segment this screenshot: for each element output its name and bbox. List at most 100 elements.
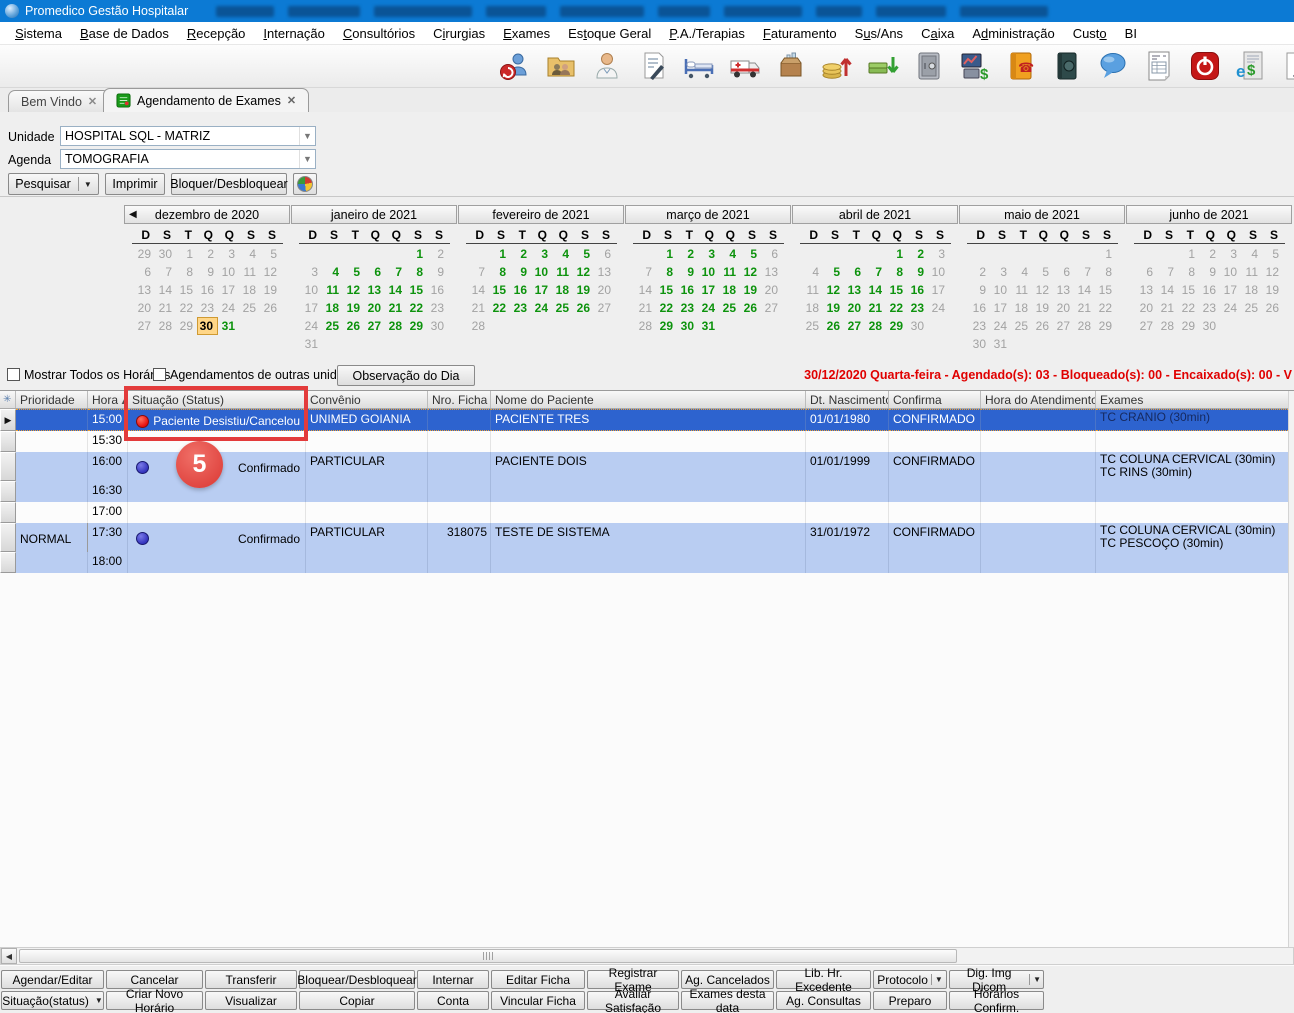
chevron-down-icon[interactable]: ▼ [84,180,92,189]
calendar-day[interactable]: 2 [1199,245,1220,263]
calendar-day[interactable]: 26 [1032,317,1053,335]
stock-supplies-icon[interactable] [774,48,808,84]
calendar-day[interactable]: 3 [531,245,552,263]
calendar-day[interactable]: 13 [594,263,615,281]
visualizar-button[interactable]: Visualizar [205,991,297,1010]
calendar-day[interactable]: 28 [1157,317,1178,335]
horizontal-scrollbar[interactable]: ◀ [0,947,1294,965]
column-header-exames[interactable]: Exames [1096,391,1294,408]
calendar-day[interactable]: 16 [197,281,218,299]
calendar-day[interactable]: 25 [552,299,573,317]
table-row[interactable]: NORMAL17:30ConfirmadoPARTICULAR318075TES… [0,523,1294,552]
calendar-day[interactable]: 5 [343,263,364,281]
calendar-day[interactable]: 11 [719,263,740,281]
menu-item-p-a-terapias[interactable]: P.A./Terapias [660,23,754,44]
calendar-day[interactable]: 6 [364,263,385,281]
calendar-day[interactable]: 9 [427,263,448,281]
calendar-day[interactable]: 26 [1262,299,1283,317]
calendar-day[interactable]: 3 [1220,245,1241,263]
calendar-day[interactable]: 8 [1095,263,1116,281]
agenda-combobox[interactable]: TOMOGRAFIA ▼ [60,149,316,169]
calendar-day[interactable]: 27 [1053,317,1074,335]
calendar-day[interactable]: 19 [343,299,364,317]
calendar-day[interactable]: 17 [218,281,239,299]
calendar-day[interactable]: 10 [990,281,1011,299]
calendar-day[interactable]: 21 [635,299,656,317]
calendar-day[interactable]: 30 [969,335,990,353]
situa-o-status--button[interactable]: Situação(status)▼ [1,991,104,1010]
calendar-day[interactable]: 15 [489,281,510,299]
ambulance-icon[interactable] [728,48,762,84]
calendar-day[interactable]: 26 [573,299,594,317]
calendar-day[interactable]: 2 [969,263,990,281]
calendar-day[interactable]: 11 [322,281,343,299]
calendar-day[interactable]: 11 [1011,281,1032,299]
calendar-day[interactable]: 24 [1220,299,1241,317]
calendar-day[interactable]: 21 [155,299,176,317]
calendar-day[interactable]: 15 [656,281,677,299]
calendar-day[interactable]: 23 [907,299,928,317]
calendar-day[interactable]: 15 [886,281,907,299]
calendar-day[interactable]: 25 [1241,299,1262,317]
calendar-day[interactable]: 18 [552,281,573,299]
menu-item-sus-ans[interactable]: Sus/Ans [846,23,912,44]
column-header-confirma[interactable]: Confirma [889,391,981,408]
calendar-day[interactable]: 27 [1136,317,1157,335]
doctor-icon[interactable] [590,48,624,84]
calendar-day[interactable]: 25 [239,299,260,317]
calendar-day[interactable]: 8 [1178,263,1199,281]
calendar-day[interactable]: 16 [427,281,448,299]
calendar-day[interactable]: 20 [1136,299,1157,317]
calendar-day[interactable]: 2 [427,245,448,263]
calendar-day[interactable]: 9 [197,263,218,281]
calendar-day[interactable]: 12 [740,263,761,281]
calendar-day[interactable]: 19 [260,281,281,299]
prev-month-icon[interactable]: ◀ [129,209,137,220]
editar-ficha-button[interactable]: Editar Ficha [491,970,585,989]
chevron-down-icon[interactable]: ▼ [935,975,943,984]
calendar-day[interactable]: 12 [1032,281,1053,299]
table-row[interactable]: 17:00 [0,502,1294,523]
calendar-day[interactable]: 26 [343,317,364,335]
calendar-day[interactable]: 27 [594,299,615,317]
chevron-down-icon[interactable]: ▼ [1033,975,1041,984]
invoice-icon[interactable] [1142,48,1176,84]
calendar-day[interactable]: 6 [1136,263,1157,281]
prescription-icon[interactable] [636,48,670,84]
calendar-day[interactable]: 2 [197,245,218,263]
calendar-day[interactable]: 12 [343,281,364,299]
calendar-day[interactable]: 8 [406,263,427,281]
calendar-day[interactable]: 7 [385,263,406,281]
calendar-day[interactable]: 17 [1220,281,1241,299]
calendar-day[interactable]: 20 [761,281,782,299]
hor-rios-confirm--button[interactable]: Horários Confirm. [949,991,1044,1010]
calendar-day[interactable]: 7 [865,263,886,281]
calendar-day[interactable]: 1 [886,245,907,263]
calendar-day[interactable]: 7 [635,263,656,281]
menu-item-base-de-dados[interactable]: Base de Dados [71,23,178,44]
internar-button[interactable]: Internar [417,970,489,989]
calendar-day[interactable]: 3 [218,245,239,263]
vincular-ficha-button[interactable]: Vincular Ficha [491,991,585,1010]
calendar-day[interactable]: 14 [635,281,656,299]
calendar-day[interactable]: 30 [155,245,176,263]
calendar-day[interactable]: 5 [1262,245,1283,263]
calendar-day[interactable]: 23 [427,299,448,317]
column-header-dt-nascimento[interactable]: Dt. Nascimento [806,391,889,408]
calendar-day[interactable]: 16 [907,281,928,299]
calendar-day[interactable]: 7 [468,263,489,281]
ledger-book-icon[interactable] [1050,48,1084,84]
calendar-day[interactable]: 19 [1262,281,1283,299]
calendar-day[interactable]: 1 [489,245,510,263]
calendar-day[interactable]: 9 [1199,263,1220,281]
calendar-day[interactable]: 17 [698,281,719,299]
calendar-day[interactable]: 26 [260,299,281,317]
bloquear-desbloquear-button[interactable]: Bloquer/Desbloquear [171,173,287,195]
column-header-nome-do-paciente[interactable]: Nome do Paciente [491,391,806,408]
calendar-day[interactable]: 22 [886,299,907,317]
calendar-day[interactable]: 25 [322,317,343,335]
calendar-day[interactable]: 4 [552,245,573,263]
calendar-day[interactable]: 27 [844,317,865,335]
calendar-day[interactable]: 22 [406,299,427,317]
calendar-day[interactable]: 16 [510,281,531,299]
